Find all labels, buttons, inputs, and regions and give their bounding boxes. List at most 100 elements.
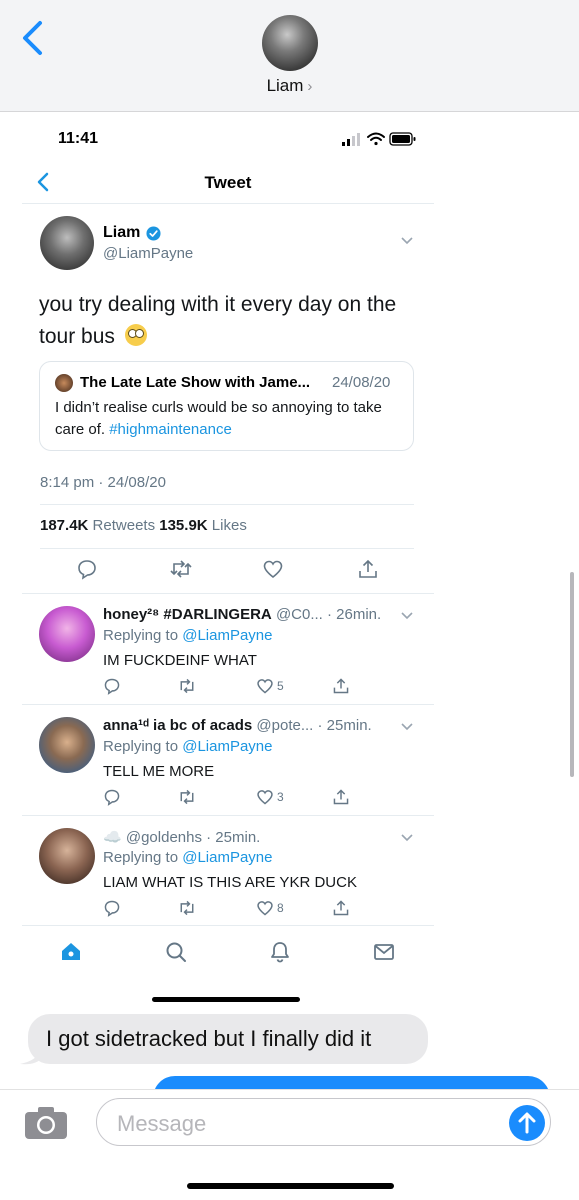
bell-icon[interactable] bbox=[268, 940, 292, 964]
reply-actions: 8 bbox=[103, 899, 363, 919]
chevron-right-icon: › bbox=[307, 78, 313, 95]
like-button[interactable]: 8 bbox=[256, 899, 284, 917]
reply-item[interactable]: anna¹ᵈ ia bc of acads @pote... · 25min. … bbox=[22, 704, 434, 814]
likes-count[interactable]: 135.9K bbox=[159, 517, 207, 534]
retweets-label: Retweets bbox=[92, 517, 156, 534]
share-icon[interactable] bbox=[332, 899, 350, 917]
reply-avatar[interactable] bbox=[39, 606, 95, 662]
search-icon[interactable] bbox=[164, 940, 188, 964]
chevron-down-icon[interactable] bbox=[400, 833, 414, 843]
tweet-body: you try dealing with it every day on the… bbox=[39, 293, 397, 348]
reply-text: LIAM WHAT IS THIS ARE YKR DUCK bbox=[103, 874, 357, 891]
retweet-icon[interactable] bbox=[177, 788, 197, 806]
quoted-text: I didn’t realise curls would be so annoy… bbox=[55, 397, 400, 441]
tweet-actions bbox=[22, 558, 434, 586]
hashtag-link[interactable]: #highmaintenance bbox=[109, 421, 232, 438]
like-button[interactable]: 5 bbox=[256, 677, 284, 695]
camera-icon[interactable] bbox=[24, 1106, 68, 1140]
retweets-count[interactable]: 187.4K bbox=[40, 517, 88, 534]
battery-icon bbox=[389, 132, 416, 146]
contact-avatar[interactable] bbox=[262, 15, 318, 71]
share-icon[interactable] bbox=[332, 677, 350, 695]
messages-header: Liam › bbox=[0, 0, 579, 112]
wifi-icon bbox=[367, 132, 385, 146]
reply-handle-time: @C0... · 26min. bbox=[275, 606, 382, 623]
replying-to: Replying to @LiamPayne bbox=[103, 849, 273, 866]
reply-item[interactable]: ☁️ @goldenhs · 25min. Replying to @LiamP… bbox=[22, 815, 434, 925]
arrow-up-icon bbox=[518, 1112, 536, 1134]
chevron-down-icon[interactable] bbox=[400, 722, 414, 732]
heart-icon[interactable] bbox=[262, 558, 284, 580]
replying-prefix: Replying to bbox=[103, 627, 179, 644]
home-indicator bbox=[187, 1183, 394, 1189]
home-indicator bbox=[152, 997, 300, 1002]
reply-handle-time: @pote... · 25min. bbox=[256, 717, 372, 734]
tweet-nav-bar: Tweet bbox=[22, 164, 434, 204]
mail-icon[interactable] bbox=[372, 940, 396, 964]
retweet-icon[interactable] bbox=[169, 558, 193, 580]
reply-avatar[interactable] bbox=[39, 828, 95, 884]
tweet-screenshot[interactable]: 11:41 Tweet Liam @LiamPayne you try deal… bbox=[22, 112, 434, 1012]
incoming-message-bubble[interactable]: I got sidetracked but I finally did it bbox=[28, 1014, 428, 1064]
share-icon[interactable] bbox=[332, 788, 350, 806]
quoted-avatar bbox=[55, 374, 73, 392]
reply-icon[interactable] bbox=[103, 899, 121, 917]
nav-title: Tweet bbox=[204, 173, 252, 192]
reply-text: IM FUCKDEINF WHAT bbox=[103, 652, 257, 669]
like-button[interactable]: 3 bbox=[256, 788, 284, 806]
tweet-timestamp: 8:14 pm · 24/08/20 bbox=[40, 474, 166, 491]
retweet-icon[interactable] bbox=[177, 677, 197, 695]
reply-avatar[interactable] bbox=[39, 717, 95, 773]
like-count: 3 bbox=[277, 790, 284, 804]
home-icon[interactable] bbox=[59, 940, 83, 964]
reply-name[interactable]: ☁️ bbox=[103, 829, 122, 846]
author-name[interactable]: Liam bbox=[103, 224, 140, 242]
reply-handle-time: @goldenhs · 25min. bbox=[125, 829, 261, 846]
message-input[interactable]: Message bbox=[96, 1098, 551, 1146]
reply-header: honey²⁸ #DARLINGERA @C0... · 26min. bbox=[103, 606, 381, 623]
reply-icon[interactable] bbox=[103, 788, 121, 806]
heart-icon bbox=[257, 901, 273, 916]
reply-item[interactable]: honey²⁸ #DARLINGERA @C0... · 26min. Repl… bbox=[22, 593, 434, 703]
reply-icon[interactable] bbox=[103, 677, 121, 695]
message-placeholder: Message bbox=[117, 1111, 207, 1136]
replying-to-link[interactable]: @LiamPayne bbox=[182, 849, 272, 866]
verified-badge-icon bbox=[146, 226, 161, 241]
replying-to-link[interactable]: @LiamPayne bbox=[182, 627, 272, 644]
chevron-down-icon[interactable] bbox=[400, 236, 414, 246]
reply-name[interactable]: honey²⁸ #DARLINGERA bbox=[103, 606, 272, 623]
send-button[interactable] bbox=[509, 1105, 545, 1141]
status-icons bbox=[342, 132, 416, 146]
signal-icon bbox=[342, 133, 360, 146]
reply-text: TELL ME MORE bbox=[103, 763, 215, 780]
scrollbar[interactable] bbox=[570, 572, 574, 777]
reply-header: anna¹ᵈ ia bc of acads @pote... · 25min. bbox=[103, 717, 372, 734]
quoted-tweet[interactable]: The Late Late Show with Jame... 24/08/20… bbox=[39, 361, 414, 451]
reply-actions: 5 bbox=[103, 677, 363, 697]
replying-to: Replying to @LiamPayne bbox=[103, 627, 273, 644]
likes-label: Likes bbox=[211, 517, 247, 534]
contact-name-button[interactable]: Liam › bbox=[0, 76, 579, 96]
reply-actions: 3 bbox=[103, 788, 363, 808]
heart-icon bbox=[257, 679, 273, 694]
tweet-stats: 187.4K Retweets 135.9K Likes bbox=[40, 517, 247, 534]
back-chevron-icon[interactable] bbox=[20, 20, 46, 56]
reply-header: ☁️ @goldenhs · 25min. bbox=[103, 828, 260, 846]
author-handle[interactable]: @LiamPayne bbox=[103, 245, 193, 262]
twitter-tab-bar bbox=[22, 925, 434, 985]
retweet-icon[interactable] bbox=[177, 899, 197, 917]
divider bbox=[40, 504, 414, 505]
replying-to: Replying to @LiamPayne bbox=[103, 738, 273, 755]
reply-icon[interactable] bbox=[76, 558, 98, 580]
reply-name[interactable]: anna¹ᵈ ia bc of acads bbox=[103, 717, 252, 734]
author-avatar[interactable] bbox=[40, 216, 94, 270]
replying-to-link[interactable]: @LiamPayne bbox=[182, 738, 272, 755]
heart-icon bbox=[257, 790, 273, 805]
divider bbox=[40, 548, 414, 549]
like-count: 5 bbox=[277, 679, 284, 693]
replying-prefix: Replying to bbox=[103, 738, 179, 755]
tweet-text: you try dealing with it every day on the… bbox=[39, 289, 419, 353]
message-input-bar: Message bbox=[0, 1089, 579, 1200]
chevron-down-icon[interactable] bbox=[400, 611, 414, 621]
share-icon[interactable] bbox=[357, 558, 379, 580]
